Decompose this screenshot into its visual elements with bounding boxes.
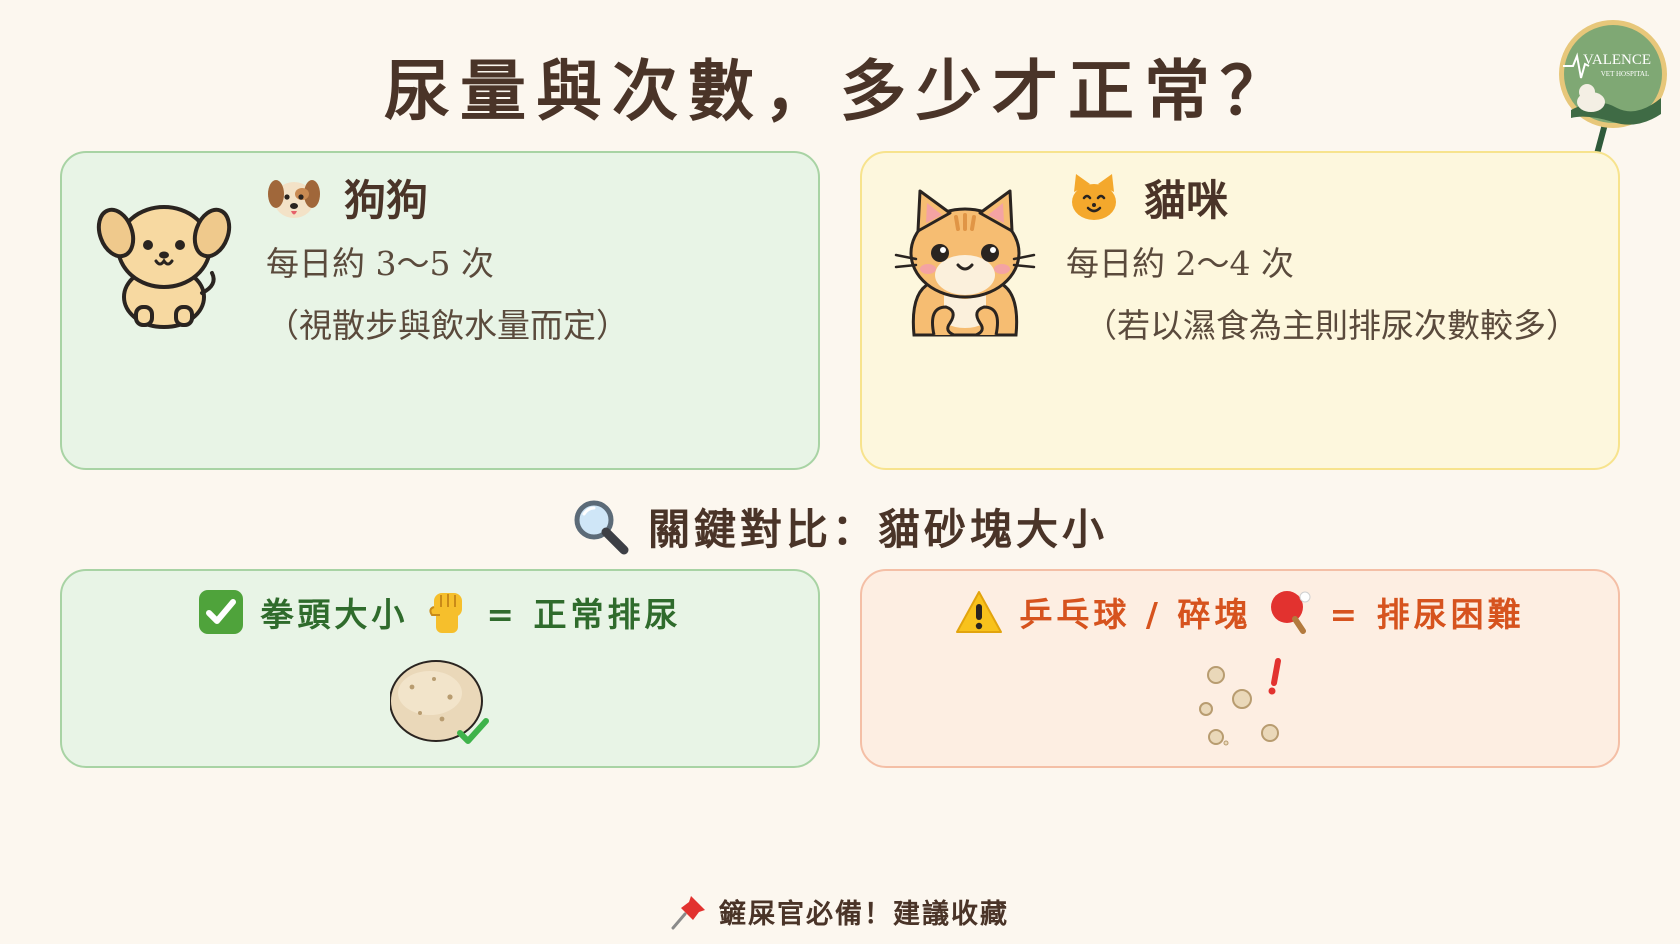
dog-card: 狗狗 每日約 3〜5 次 （視散步與飲水量而定） [60, 151, 820, 470]
puppy-illustration [96, 205, 232, 329]
cat-title: 貓咪 [1144, 176, 1229, 225]
pushpin-icon [671, 895, 705, 929]
dog-frequency: 每日約 3〜5 次 [266, 244, 494, 283]
comparison-heading: 關鍵對比：貓砂塊大小 [0, 496, 1680, 557]
footer: 鏟屎官必備！建議收藏 [0, 892, 1680, 931]
cat-frequency: 每日約 2〜4 次 [1066, 244, 1294, 283]
footer-text: 鏟屎官必備！建議收藏 [719, 899, 1009, 930]
small-clump-card: 乒乓球 / 碎塊 = 排尿困難 [860, 569, 1620, 768]
normal-clump-card: 拳頭大小 = 正常排尿 [60, 569, 820, 768]
dog-title: 狗狗 [344, 176, 429, 225]
hospital-logo: VALENCE VET HOSPITAL [1557, 18, 1671, 158]
magnifier-icon [574, 500, 629, 554]
cat-card: 貓咪 每日約 2〜4 次 （若以濕食為主則排尿次數較多） [860, 151, 1620, 470]
ping-pong-icon [1271, 591, 1311, 634]
normal-result-label: = 正常排尿 [486, 595, 682, 634]
warning-icon [956, 591, 1003, 633]
comparison-title: 關鍵對比：貓砂塊大小 [647, 505, 1108, 554]
kitten-illustration [894, 189, 1036, 337]
raised-fist-icon [429, 593, 463, 633]
dog-note: （視散步與飲水量而定） [266, 306, 629, 345]
page-title: 尿量與次數，多少才正常？ [384, 52, 1296, 130]
cat-face-icon [1072, 173, 1116, 220]
abnormal-size-label: 乒乓球 / 碎塊 [1019, 595, 1252, 634]
cat-note: （若以濕食為主則排尿次數較多） [1084, 306, 1579, 345]
litter-clump-icon [390, 660, 489, 744]
normal-size-label: 拳頭大小 [260, 595, 409, 634]
logo-subtitle: VET HOSPITAL [1601, 70, 1650, 78]
check-box-icon [199, 590, 244, 634]
dog-face-icon [268, 179, 320, 218]
logo-name: VALENCE [1583, 52, 1651, 68]
small-clumps-icon [1199, 658, 1281, 746]
abnormal-result-label: = 排尿困難 [1329, 595, 1525, 634]
